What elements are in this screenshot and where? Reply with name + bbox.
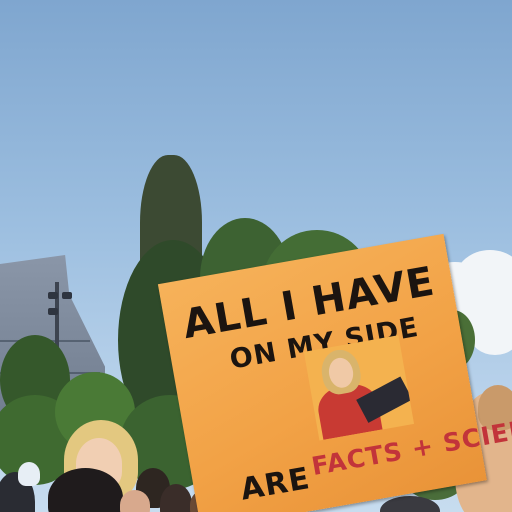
lamp-head [62, 292, 72, 299]
speaker-photo [303, 335, 415, 441]
lamp-head [48, 308, 58, 315]
lamp-head [48, 292, 58, 299]
sign-line-3: ARE [237, 461, 313, 508]
protest-sign: ALL I HAVE ON MY SIDE ARE FACTS + SCIENC… [157, 233, 512, 512]
photo-scene: ALL I HAVE ON MY SIDE ARE FACTS + SCIENC… [0, 0, 512, 512]
